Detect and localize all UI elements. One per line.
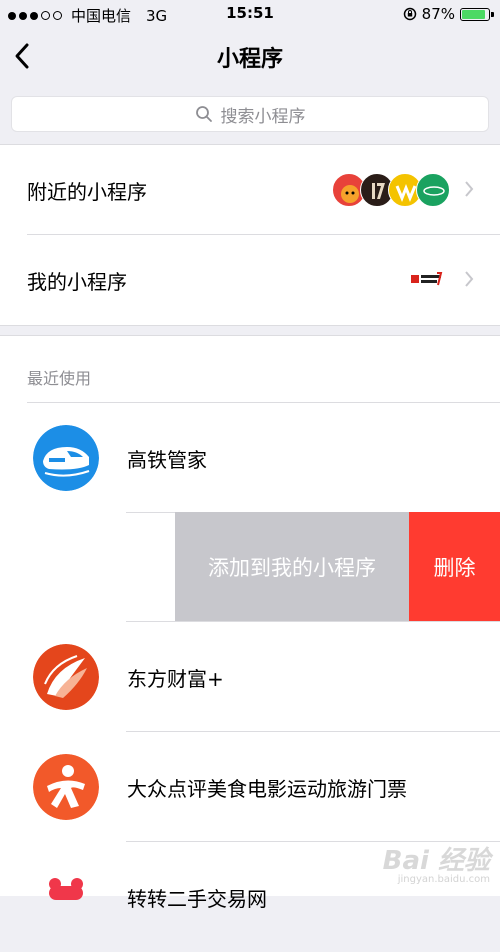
watermark-main: Bai 经验 bbox=[382, 846, 490, 876]
battery-icon bbox=[460, 7, 494, 21]
my-mini-programs-cell[interactable]: 我的小程序 bbox=[0, 235, 500, 325]
app-name: 大众点评美食电影运动旅游门票 bbox=[127, 777, 407, 801]
recent-section-header: 最近使用 bbox=[27, 369, 92, 388]
search-icon bbox=[195, 106, 212, 122]
chevron-right-icon bbox=[465, 271, 474, 287]
my-mini-programs-label: 我的小程序 bbox=[27, 270, 127, 294]
row-divider bbox=[126, 512, 176, 513]
delete-button[interactable]: 删除 bbox=[409, 512, 500, 622]
status-right: 87% bbox=[403, 5, 494, 23]
battery-percent: 87% bbox=[421, 5, 455, 23]
search-input[interactable]: 搜索小程序 bbox=[11, 96, 489, 132]
finance-logo-icon bbox=[409, 272, 443, 286]
nearby-mini-programs-cell[interactable]: 附近的小程序 bbox=[0, 145, 500, 235]
nav-bar: 小程序 bbox=[0, 28, 500, 84]
recent-list: 最近使用 高铁管家 添加到我的小程序 删除 东方财富+ 大众点评美食电影运动旅游… bbox=[0, 335, 500, 911]
train-icon bbox=[33, 425, 99, 491]
nearby-mini-programs-label: 附近的小程序 bbox=[27, 180, 147, 204]
search-placeholder: 搜索小程序 bbox=[220, 106, 306, 127]
status-bar: 中国电信 3G 15:51 87% bbox=[0, 0, 500, 28]
baidu-jingyan-watermark: Bai 经验 jingyan.baidu.com bbox=[383, 848, 490, 885]
nearby-avatars bbox=[332, 173, 450, 207]
recent-app-row[interactable]: 东方财富+ bbox=[0, 622, 500, 732]
add-to-my-mini-programs-button[interactable]: 添加到我的小程序 bbox=[175, 512, 409, 622]
zhuanzhuan-icon bbox=[33, 864, 99, 930]
recent-app-row[interactable]: 大众点评美食电影运动旅游门票 bbox=[0, 732, 500, 842]
battery-fill bbox=[462, 9, 485, 19]
app-name: 转转二手交易网 bbox=[127, 887, 267, 911]
page-title: 小程序 bbox=[216, 47, 283, 72]
battery-tip bbox=[491, 11, 494, 17]
chevron-right-icon bbox=[465, 181, 474, 197]
rotation-lock-icon bbox=[403, 7, 416, 21]
mini-program-menu: 附近的小程序 我的小程序 bbox=[0, 144, 500, 326]
dianping-icon bbox=[33, 754, 99, 820]
recent-app-row[interactable]: 高铁管家 bbox=[0, 403, 500, 513]
watermark-sub: jingyan.baidu.com bbox=[397, 874, 490, 885]
swiped-app-row: 添加到我的小程序 删除 bbox=[0, 512, 500, 622]
eastmoney-icon bbox=[33, 644, 99, 710]
oppo-avatar-icon bbox=[416, 173, 450, 207]
app-name: 东方财富+ bbox=[127, 667, 224, 691]
app-name: 高铁管家 bbox=[127, 448, 207, 472]
